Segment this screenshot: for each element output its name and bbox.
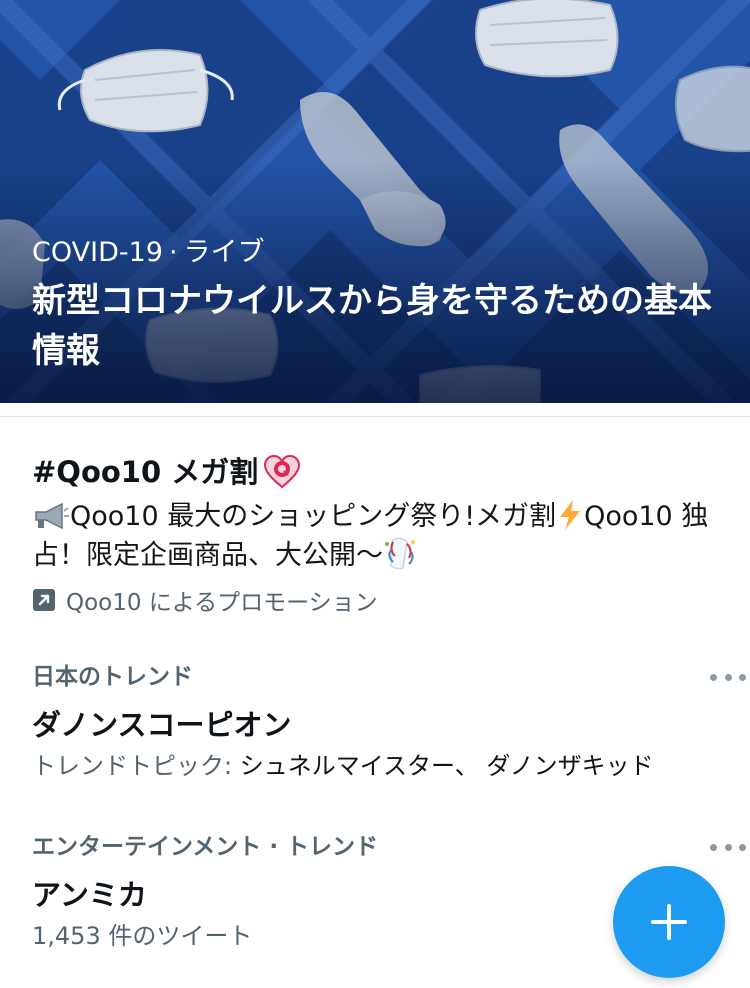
megaphone-icon [35,502,69,530]
section-divider [0,403,750,417]
hero-meta: COVID-19 · ライブ [32,230,265,269]
trend-subtext: トレンドトピック: シュネルマイスター、 ダノンザキッド [32,750,722,782]
compose-plus-icon [651,904,687,940]
hero-category: COVID-19 [32,237,163,268]
lightning-icon [560,500,581,530]
promoted-arrow-icon [33,589,55,611]
trend-item[interactable]: 日本のトレンド ダノンスコーピオン トレンドトピック: シュネルマイスター、 ダ… [32,662,746,782]
compose-tweet-button[interactable] [613,866,725,978]
promoted-by-label: Qoo10 によるプロモーション [66,590,378,616]
promoted-trend[interactable]: #Qoo10 メガ割 Qoo10 最大のショッピング祭り!メガ割 Qoo10 独… [32,452,722,617]
more-options-button[interactable] [710,840,746,854]
explore-page: COVID-19 · ライブ 新型コロナウイルスから身を守るための基本情報 #Qoo… [0,0,750,988]
promoted-by-row: Qoo10 によるプロモーション [32,583,722,617]
hero-separator: · [168,237,178,268]
hero-live-status: ライブ [183,237,265,268]
more-dot-icon [739,673,746,681]
more-dot-icon [710,673,717,681]
trend-context: エンターテインメント · トレンド [32,834,379,860]
promoted-description-text: Qoo10 最大のショッピング祭り!メガ割 [70,501,557,532]
covid-hero-banner[interactable]: COVID-19 · ライブ 新型コロナウイルスから身を守るための基本情報 [0,0,750,403]
promoted-description: Qoo10 最大のショッピング祭り!メガ割 Qoo10 独占！限定企画商品、大公… [32,498,712,575]
trend-related-topics: シュネルマイスター、 ダノンザキッド [239,752,654,780]
heart-q-logo-icon [264,455,301,489]
promoted-hashtag: #Qoo10 メガ割 [32,455,259,489]
more-dot-icon [724,843,732,851]
more-options-button[interactable] [710,670,746,684]
promoted-hashtag-row: #Qoo10 メガ割 [32,452,722,492]
more-dot-icon [710,843,717,851]
party-popper-icon [385,537,415,570]
trend-name: ダノンスコーピオン [32,708,292,742]
hero-title: 新型コロナウイルスから身を守るための基本情報 [32,281,712,371]
trend-context: 日本のトレンド [32,664,193,690]
trend-subtext-prefix: トレンドトピック: [32,752,240,780]
more-dot-icon [724,673,732,681]
more-dot-icon [739,843,746,851]
trend-tweet-count: 1,453 件のツイート [32,922,253,950]
